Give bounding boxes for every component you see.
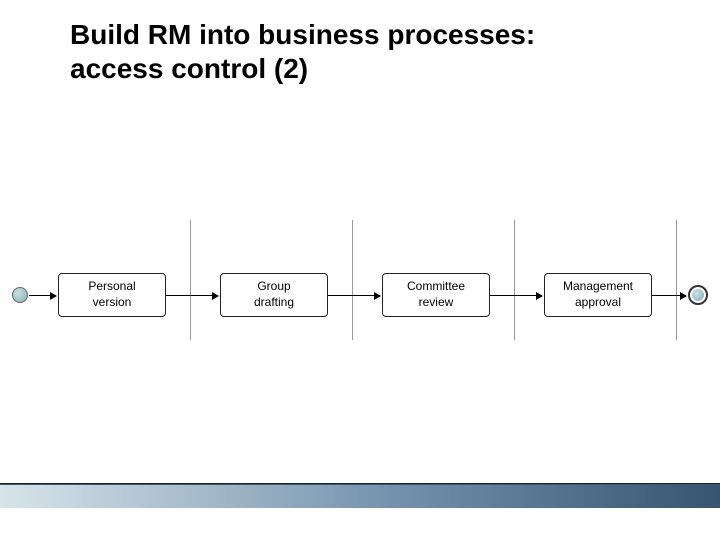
task-group-drafting: Groupdrafting: [220, 273, 328, 317]
end-event-icon: [688, 285, 708, 305]
task-label: Managementapproval: [563, 279, 633, 310]
sequence-flow-arrow: [652, 295, 686, 296]
sequence-flow-arrow: [166, 295, 218, 296]
slide-title: Build RM into business processes: access…: [70, 18, 535, 85]
title-line-2: access control (2): [70, 53, 308, 84]
task-management-approval: Managementapproval: [544, 273, 652, 317]
end-event-inner-icon: [692, 289, 704, 301]
sequence-flow-arrow: [328, 295, 380, 296]
task-label: Personalversion: [88, 279, 135, 310]
task-committee-review: Committeereview: [382, 273, 490, 317]
process-flow: Personalversion Groupdrafting Committeer…: [0, 265, 720, 325]
title-line-1: Build RM into business processes:: [70, 19, 535, 50]
task-personal-version: Personalversion: [58, 273, 166, 317]
footer-gradient-bar: [0, 484, 720, 508]
sequence-flow-arrow: [490, 295, 542, 296]
start-event-icon: [12, 287, 28, 303]
task-label: Groupdrafting: [254, 279, 294, 310]
task-label: Committeereview: [407, 279, 465, 310]
sequence-flow-arrow: [29, 295, 56, 296]
